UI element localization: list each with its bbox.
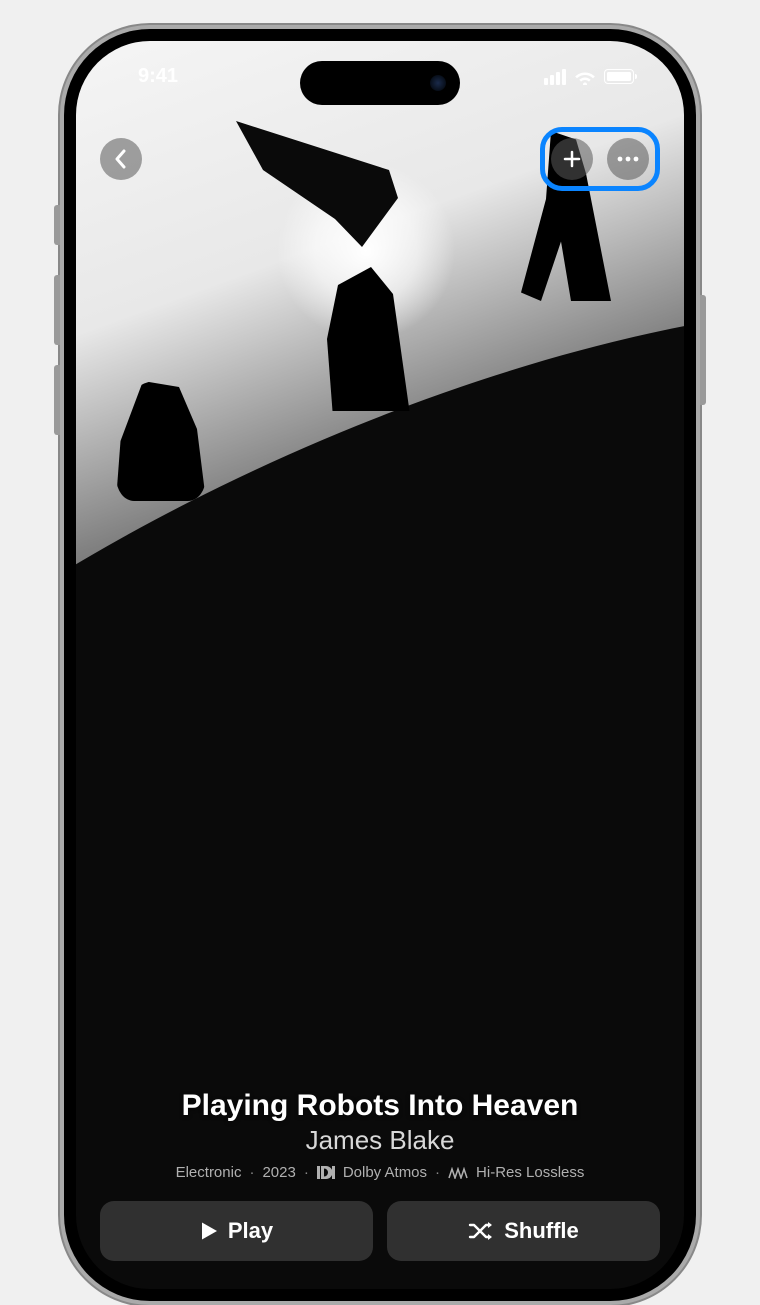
shuffle-icon [468,1221,494,1241]
cellular-signal-icon [544,69,566,85]
volume-down-button [54,365,60,435]
side-button [54,205,60,245]
phone-frame: 9:41 [60,25,700,1305]
wifi-icon [574,69,596,85]
more-button[interactable] [607,138,649,180]
front-camera [430,75,446,91]
album-audio-lossless: Hi-Res Lossless [476,1164,584,1181]
play-icon [200,1221,218,1241]
dolby-atmos-icon [317,1166,335,1179]
album-genre: Electronic [176,1164,242,1181]
chevron-left-icon [114,149,128,169]
battery-icon [604,69,634,84]
plus-icon [562,149,582,169]
artist-name[interactable]: James Blake [100,1125,660,1156]
back-button[interactable] [100,138,142,180]
play-label: Play [228,1218,273,1244]
dynamic-island [300,61,460,105]
album-audio-dolby: Dolby Atmos [343,1164,427,1181]
power-button [700,295,706,405]
ellipsis-icon [617,156,639,162]
shuffle-label: Shuffle [504,1218,579,1244]
album-meta: Electronic · 2023 · Dolby Atmos · Hi-Res… [100,1164,660,1181]
highlight-annotation [540,127,660,191]
status-time: 9:41 [116,65,178,88]
album-year: 2023 [262,1164,295,1181]
play-button[interactable]: Play [100,1201,373,1261]
lossless-icon [448,1167,468,1179]
album-title: Playing Robots Into Heaven [100,1089,660,1123]
screen: 9:41 [76,41,684,1289]
volume-up-button [54,275,60,345]
shuffle-button[interactable]: Shuffle [387,1201,660,1261]
add-button[interactable] [551,138,593,180]
